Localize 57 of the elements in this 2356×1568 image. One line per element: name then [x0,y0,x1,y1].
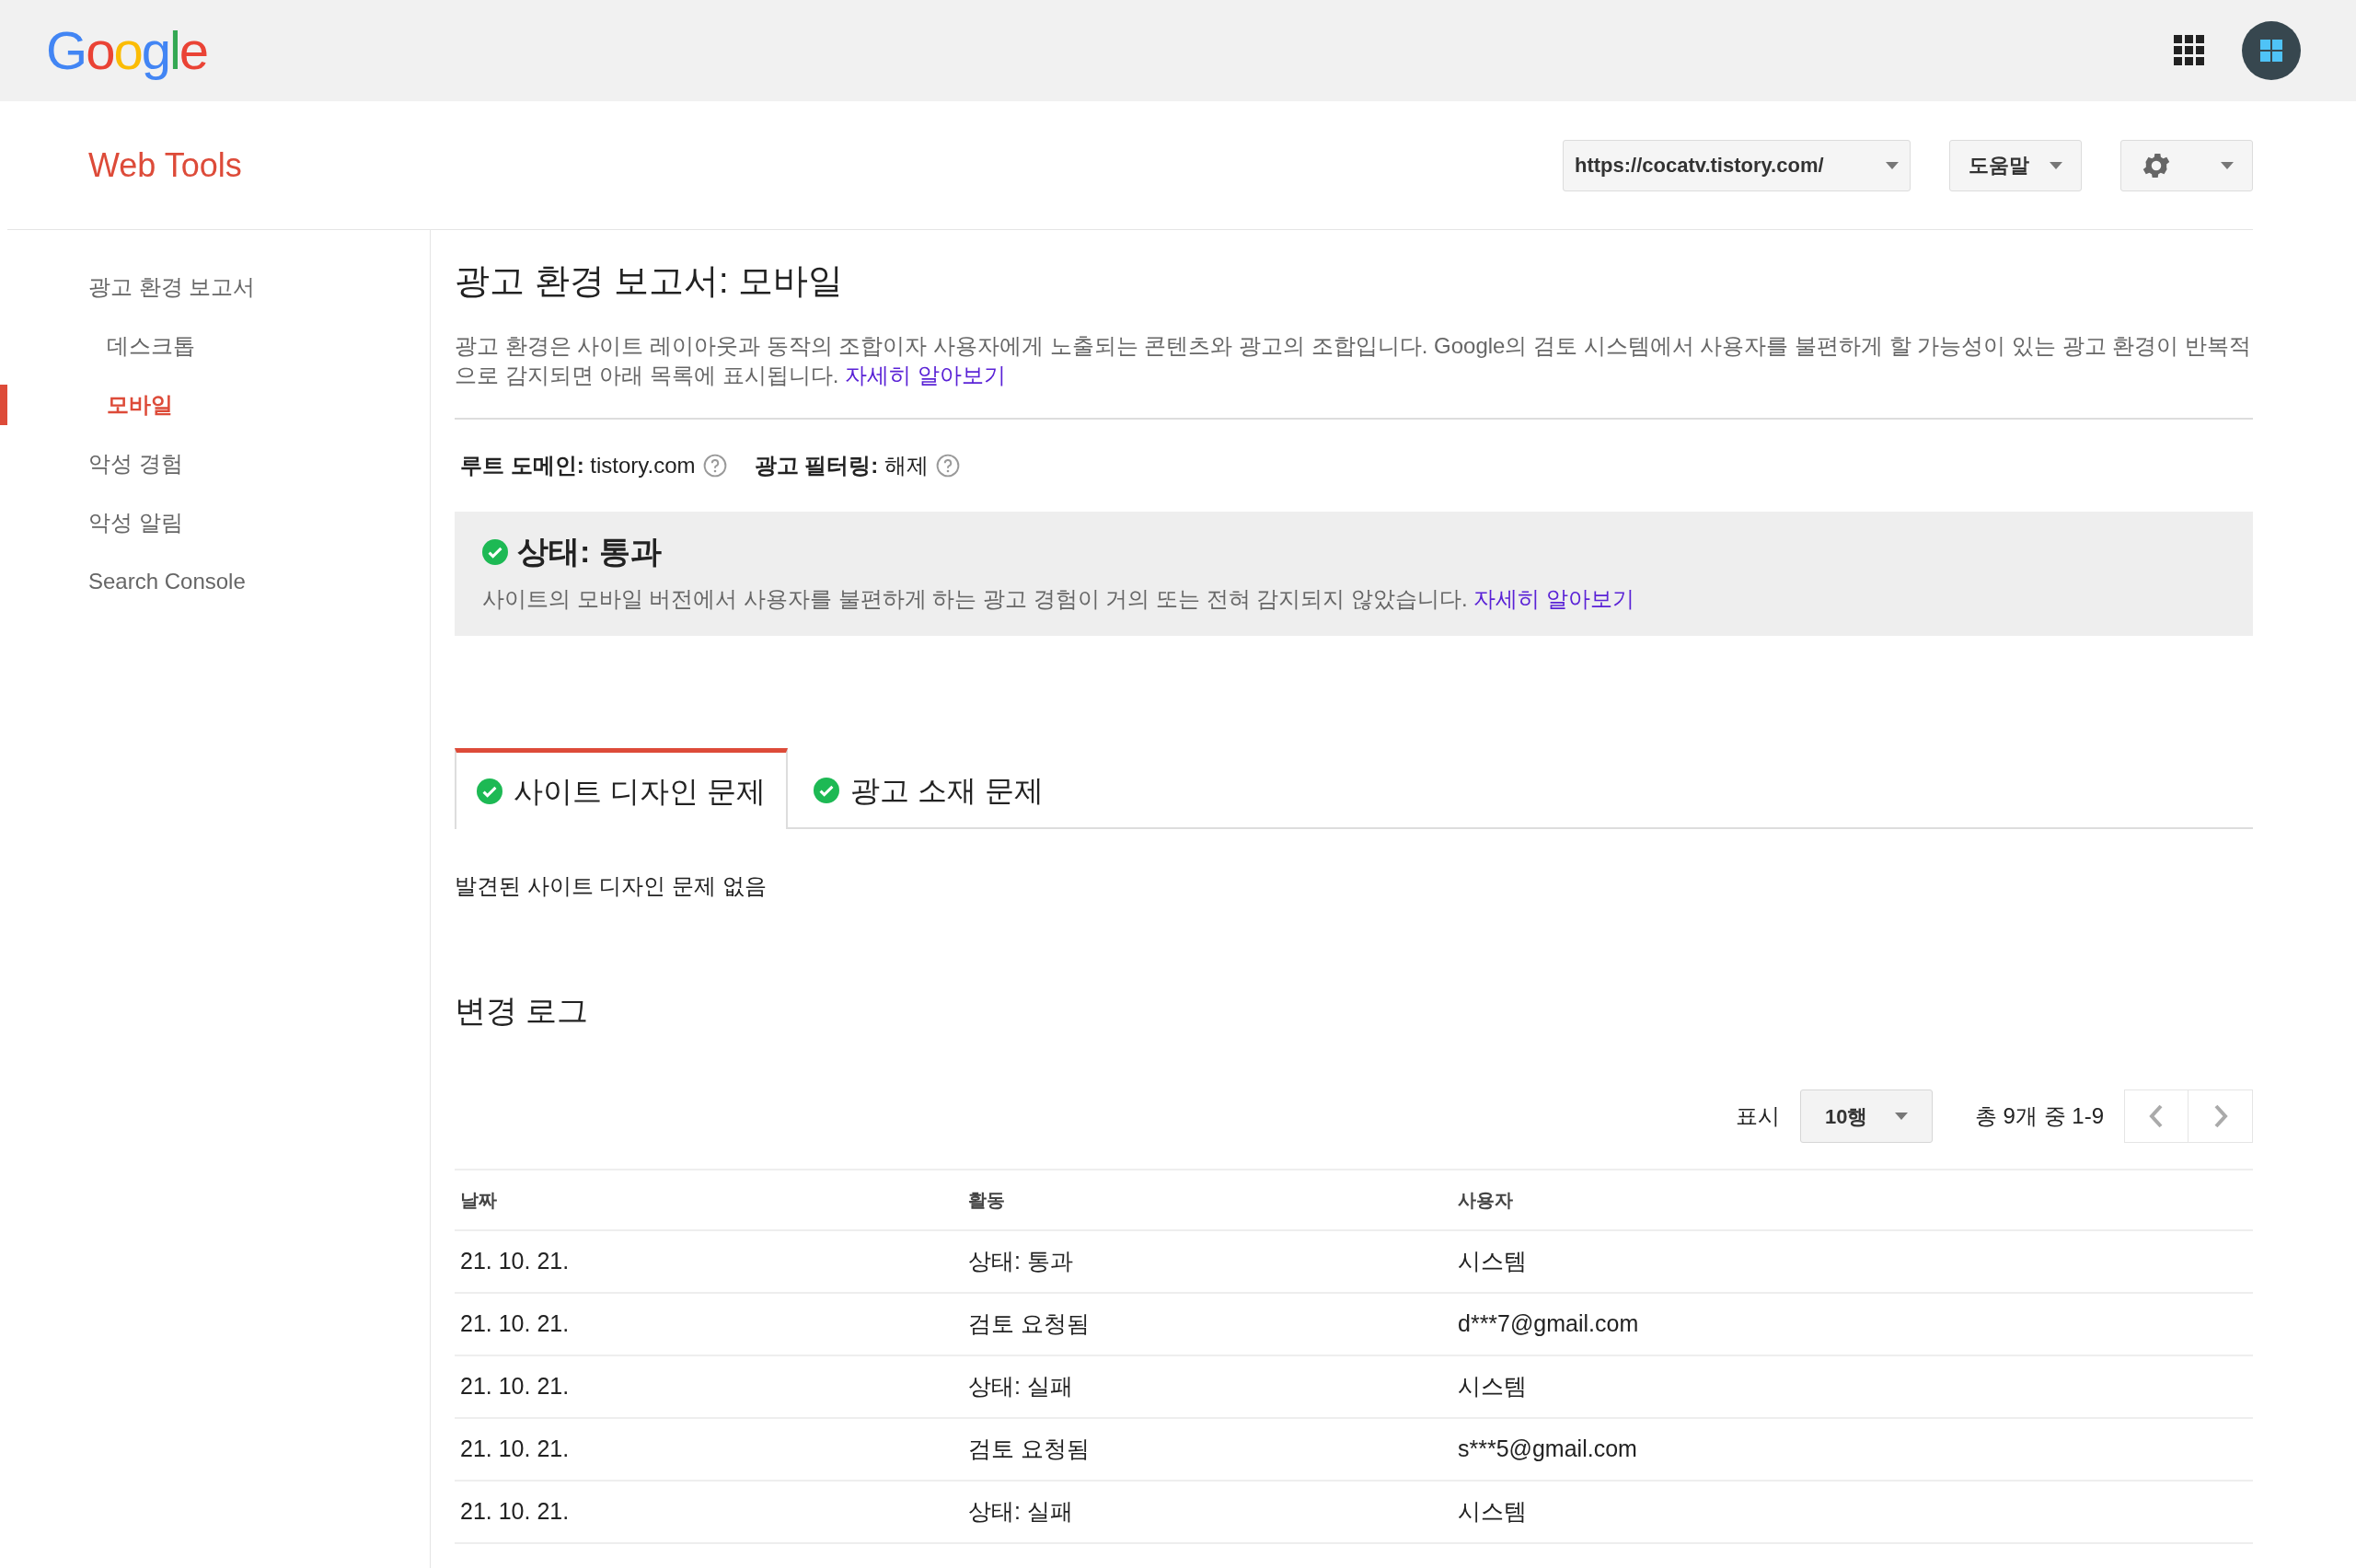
status-text: 사이트의 모바일 버전에서 사용자를 불편하게 하는 광고 경험이 거의 또는 전혀 감지되지 않았습니다. 자세히 알아보기 [482,585,1636,613]
table-cell-text: 21. 10. 21. [460,1309,571,1339]
settings-menu-button[interactable] [2120,139,2253,191]
table-cell-text: 21. 10. 21. [460,1247,571,1276]
tab[interactable]: 광고 소재 문제 [787,754,1069,827]
column-header: 사용자 [1458,1189,1514,1212]
description-text: 광고 환경은 사이트 레이아웃과 동작의 조합이자 사용자에게 노출되는 콘텐츠와 광고의 조합입니다. Google의 검토 시스템에서 사용자를 불편하게 할 가능성이 있는 광고 환경이 반복적으로 감지되면 아래 목록에 표시됩니다. 자세히 알아보기 [455,332,2253,389]
chevron-right-icon [2212,1104,2228,1128]
table-cell-text: 시스템 [1458,1247,1528,1276]
next-page-button[interactable] [2189,1090,2253,1143]
range-text: 총 9개 중 1-9 [1974,1102,2104,1130]
status-title: 상태: 통과 [517,533,662,571]
previous-page-button[interactable] [2124,1090,2189,1143]
table-cell-text: 21. 10. 21. [460,1497,571,1527]
meta-text: 루트 도메인: tistory.com [460,452,696,479]
section-title: 변경 로그 [455,992,590,1030]
rows-select[interactable]: 10행 [1799,1090,1933,1143]
table-cell-text: 상태: 통과 [968,1247,1074,1276]
sidebar-item[interactable]: 악성 알림 [88,506,183,539]
check-circle-icon [813,778,839,803]
table-cell-text: 시스템 [1458,1497,1528,1527]
meta-text: 광고 필터링: 해제 [754,452,929,479]
table-cell-text: 상태: 실패 [968,1497,1074,1527]
rows-label: 표시 [1735,1102,1780,1130]
table-cell-text: 21. 10. 21. [460,1372,571,1401]
help-icon[interactable] [935,454,960,478]
chevron-left-icon [2149,1104,2164,1128]
table-cell-text: 검토 요청됨 [968,1435,1091,1464]
table-cell-text: 검토 요청됨 [968,1309,1091,1339]
sidebar-item[interactable]: Search Console [88,565,246,598]
app-title: Web Tools [88,144,242,186]
tab-message: 발견된 사이트 디자인 문제 없음 [455,872,768,900]
help-select[interactable]: 도움말 [1949,139,2082,191]
column-header: 활동 [968,1189,1006,1212]
table-cell-text: 시스템 [1458,1372,1528,1401]
avatar-icon[interactable] [2242,21,2301,80]
page-title: 광고 환경 보고서: 모바일 [455,260,845,302]
sidebar-item[interactable]: 광고 환경 보고서 [88,271,256,304]
dropdown-caret-icon [1894,1113,1908,1120]
table-cell-text: d***7@gmail.com [1458,1309,1640,1339]
sidebar-item[interactable]: 모바일 [107,388,173,421]
learn-more-link[interactable]: 자세히 알아보기 [845,363,1006,387]
apps-grid-icon[interactable] [2174,35,2205,66]
tab[interactable]: 사이트 디자인 문제 [455,748,788,829]
learn-more-link[interactable]: 자세히 알아보기 [1473,586,1635,611]
site-select[interactable]: https://cocatv.tistory.com/ [1563,139,1911,191]
dropdown-caret-icon [2050,161,2062,169]
column-header: 날짜 [460,1189,498,1212]
sidebar-item[interactable]: 악성 경험 [88,447,183,480]
table-cell-text: 21. 10. 21. [460,1435,571,1464]
help-icon[interactable] [702,454,727,478]
dropdown-caret-icon [2221,161,2234,169]
sidebar-item[interactable]: 데스크톱 [107,329,195,363]
dropdown-caret-icon [1886,161,1899,169]
table-cell-text: s***5@gmail.com [1458,1435,1638,1464]
table-cell-text: 상태: 실패 [968,1372,1074,1401]
check-circle-icon [477,778,502,804]
